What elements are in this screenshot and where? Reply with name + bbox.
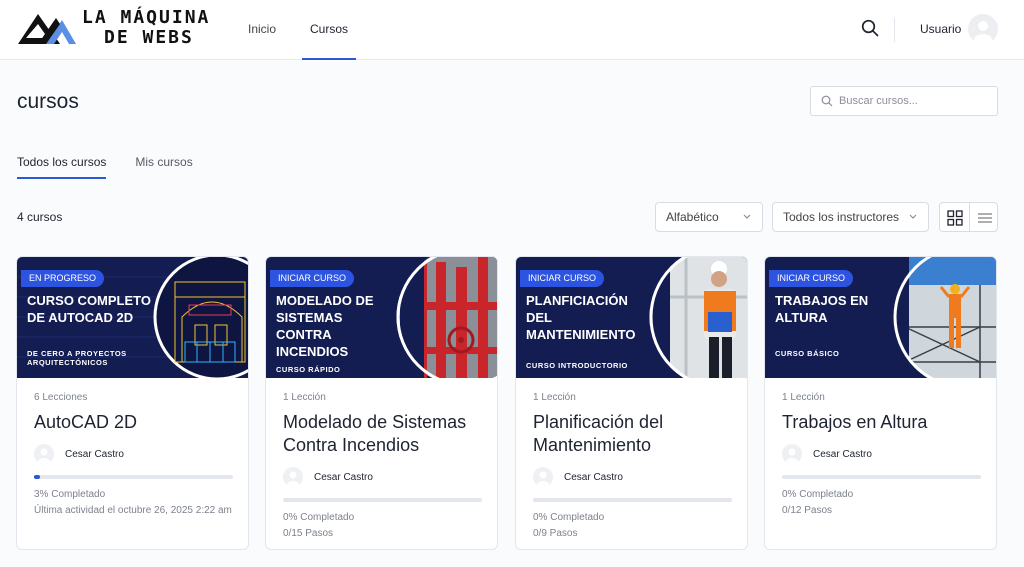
thumbnail-title: TRABAJOS EN ALTURA	[775, 293, 869, 325]
logo-line-1: LA MÁQUINA	[82, 7, 211, 28]
thumbnail-subtitle: CURSO BÁSICO	[775, 349, 840, 358]
sort-select[interactable]: Alfabético	[655, 202, 763, 232]
main-nav: Inicio Cursos	[240, 0, 374, 60]
progress-bar	[34, 475, 233, 479]
progress-fill	[34, 475, 40, 479]
user-name[interactable]: Usuario	[920, 22, 961, 36]
course-thumbnail: EN PROGRESO CURSO COMPLETO DE AUTOCAD 2D…	[17, 257, 248, 378]
course-card-body: 1 Lección Planificación del Mantenimient…	[533, 392, 733, 539]
steps-count: 0/9 Pasos	[533, 528, 578, 539]
site-logo[interactable]: LA MÁQUINA DE WEBS	[16, 8, 216, 48]
top-header: LA MÁQUINA DE WEBS Inicio Cursos Usuario	[0, 0, 1024, 60]
list-view-button[interactable]	[969, 203, 998, 231]
user-avatar[interactable]	[968, 14, 998, 44]
progress-bar	[283, 498, 482, 502]
course-title[interactable]: AutoCAD 2D	[34, 411, 234, 434]
lesson-count: 1 Lección	[782, 392, 825, 403]
nav-cursos[interactable]: Cursos	[302, 0, 357, 60]
course-status-badge: INICIAR CURSO	[270, 270, 355, 287]
course-card-body: 6 Lecciones AutoCAD 2D Cesar Castro 3% C…	[34, 392, 234, 516]
progress-percent: 3% Completado	[34, 489, 106, 500]
progress-percent: 0% Completado	[782, 489, 854, 500]
instructor-name: Cesar Castro	[564, 471, 623, 483]
instructor: Cesar Castro	[782, 444, 982, 464]
course-card[interactable]: INICIAR CURSO PLANFICIACIÓN DEL MANTENIM…	[515, 256, 748, 550]
thumbnail-title: CURSO COMPLETO DE AUTOCAD 2D	[27, 293, 151, 325]
course-tabs: Todos los cursos Mis cursos	[17, 148, 222, 180]
list-icon	[978, 213, 992, 223]
thumbnail-subtitle: DE CERO A PROYECTOS ARQUITECTÓNICOS	[27, 349, 127, 367]
progress-bar	[782, 475, 981, 479]
search-input[interactable]	[839, 87, 994, 115]
steps-count: 0/12 Pasos	[782, 505, 833, 516]
instructor: Cesar Castro	[283, 467, 483, 487]
course-title[interactable]: Planificación del Mantenimiento	[533, 411, 733, 457]
course-title[interactable]: Modelado de Sistemas Contra Incendios	[283, 411, 483, 457]
course-card-body: 1 Lección Modelado de Sistemas Contra In…	[283, 392, 483, 539]
course-title[interactable]: Trabajos en Altura	[782, 411, 982, 434]
tab-mis-cursos[interactable]: Mis cursos	[135, 148, 192, 179]
logo-line-2: DE WEBS	[104, 27, 194, 48]
chevron-down-icon	[743, 214, 751, 219]
lesson-count: 6 Lecciones	[34, 392, 88, 403]
thumbnail-subtitle: CURSO INTRODUCTORIO	[526, 361, 628, 370]
instructor-name: Cesar Castro	[314, 471, 373, 483]
progress-percent: 0% Completado	[533, 512, 605, 523]
instructor-name: Cesar Castro	[65, 448, 124, 460]
course-count: 4 cursos	[17, 210, 63, 224]
progress-percent: 0% Completado	[283, 512, 355, 523]
course-status-badge: INICIAR CURSO	[769, 270, 854, 287]
thumbnail-subtitle: CURSO RÁPIDO	[276, 365, 341, 374]
lesson-count: 1 Lección	[283, 392, 326, 403]
course-card[interactable]: INICIAR CURSO MODELADO DE SISTEMAS CONTR…	[265, 256, 498, 550]
instructor-name: Cesar Castro	[813, 448, 872, 460]
course-status-badge: INICIAR CURSO	[520, 270, 605, 287]
instructor-select-value: Todos los instructores	[783, 210, 900, 224]
progress-bar	[533, 498, 732, 502]
course-thumbnail: INICIAR CURSO PLANFICIACIÓN DEL MANTENIM…	[516, 257, 747, 378]
course-thumbnail: INICIAR CURSO MODELADO DE SISTEMAS CONTR…	[266, 257, 497, 378]
search-icon[interactable]	[861, 19, 881, 39]
thumbnail-title: PLANFICIACIÓN DEL MANTENIMIENTO	[526, 293, 636, 342]
course-card-body: 1 Lección Trabajos en Altura Cesar Castr…	[782, 392, 982, 516]
instructor-select[interactable]: Todos los instructores	[772, 202, 929, 232]
course-card[interactable]: EN PROGRESO CURSO COMPLETO DE AUTOCAD 2D…	[16, 256, 249, 550]
steps-count: 0/15 Pasos	[283, 528, 334, 539]
header-divider	[894, 18, 895, 42]
course-search[interactable]	[810, 86, 998, 116]
instructor-avatar	[533, 467, 553, 487]
chevron-down-icon	[909, 214, 917, 219]
grid-icon	[947, 210, 963, 226]
tab-todos-los-cursos[interactable]: Todos los cursos	[17, 148, 107, 179]
instructor: Cesar Castro	[34, 444, 234, 464]
instructor-avatar	[283, 467, 303, 487]
thumbnail-title: MODELADO DE SISTEMAS CONTRA INCENDIOS	[276, 293, 374, 359]
page-title: cursos	[17, 90, 79, 113]
instructor-avatar	[34, 444, 54, 464]
instructor-avatar	[782, 444, 802, 464]
last-activity: Última actividad el octubre 26, 2025 2:2…	[34, 505, 232, 516]
search-icon	[821, 95, 833, 107]
course-card[interactable]: INICIAR CURSO TRABAJOS EN ALTURA CURSO B…	[764, 256, 997, 550]
view-toggle	[939, 202, 998, 232]
course-status-badge: EN PROGRESO	[21, 270, 105, 287]
course-thumbnail: INICIAR CURSO TRABAJOS EN ALTURA CURSO B…	[765, 257, 996, 378]
lesson-count: 1 Lección	[533, 392, 576, 403]
instructor: Cesar Castro	[533, 467, 733, 487]
logo-text: LA MÁQUINA DE WEBS	[82, 8, 210, 48]
grid-view-button[interactable]	[940, 203, 969, 231]
logo-mark-icon	[18, 14, 76, 44]
nav-inicio[interactable]: Inicio	[240, 0, 284, 60]
sort-select-value: Alfabético	[666, 210, 719, 224]
